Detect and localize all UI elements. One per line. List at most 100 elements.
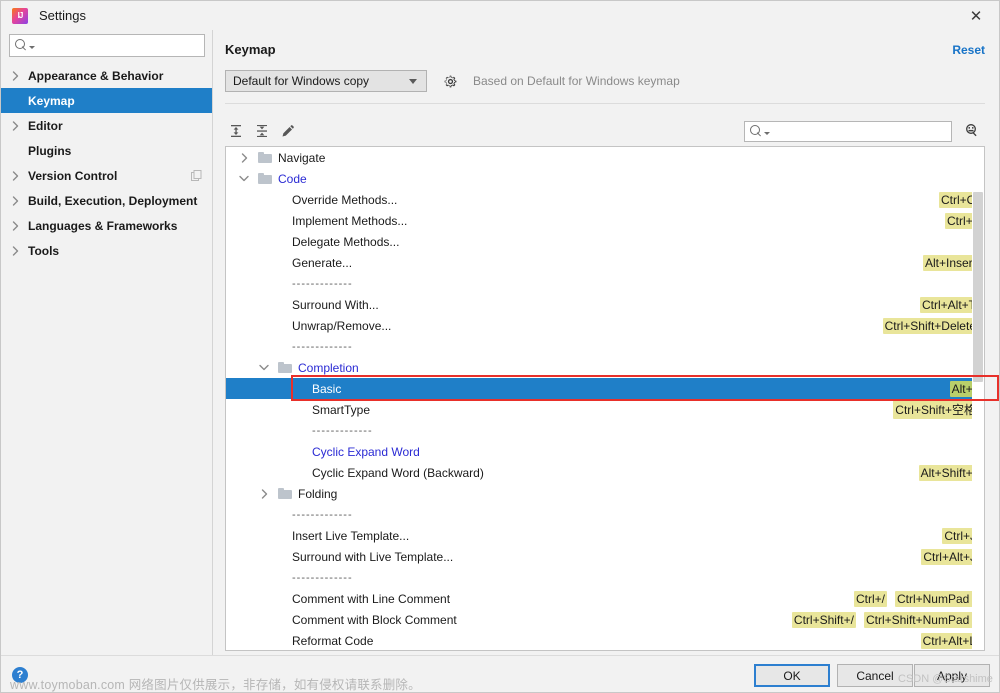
sidebar-item-plugins[interactable]: Plugins <box>1 138 212 163</box>
tree-action-row[interactable]: Reformat Code Ctrl+Alt+L <box>226 630 984 650</box>
sidebar-search-box[interactable] <box>9 34 205 57</box>
separator-dashes: ------------- <box>292 340 353 353</box>
chevron-right-icon[interactable] <box>9 220 22 231</box>
tree-row-label: Surround With... <box>292 297 379 312</box>
reset-link[interactable]: Reset <box>952 43 985 57</box>
shortcut-list: Ctrl+Shift+/ Ctrl+Shift+NumPad / <box>791 611 978 628</box>
search-icon <box>15 39 28 52</box>
shortcut-list: Ctrl+Alt+J <box>921 548 978 565</box>
sidebar-item-languages-frameworks[interactable]: Languages & Frameworks <box>1 213 212 238</box>
tree-group-row[interactable]: Completion <box>226 357 984 378</box>
tree-action-row[interactable]: Override Methods... Ctrl+O <box>226 189 984 210</box>
chevron-right-icon[interactable] <box>9 195 22 206</box>
shortcut-list: Ctrl+Shift+空格 <box>893 400 978 419</box>
shortcut-badge: Ctrl+Shift+空格 <box>893 400 978 419</box>
tree-separator-row: ------------- <box>226 504 984 525</box>
tree-action-row[interactable]: Surround with Live Template... Ctrl+Alt+J <box>226 546 984 567</box>
keymap-tree-toolbar <box>225 118 985 144</box>
tree-row-label: Cyclic Expand Word <box>312 444 420 459</box>
shortcut-badge: Ctrl+Shift+Delete <box>882 317 978 334</box>
sidebar-item-build-execution-deployment[interactable]: Build, Execution, Deployment <box>1 188 212 213</box>
sidebar-item-label: Tools <box>28 243 60 258</box>
tree-action-row[interactable]: Delegate Methods... <box>226 231 984 252</box>
sidebar-item-label: Editor <box>28 118 63 133</box>
keymap-search-box[interactable] <box>744 120 952 142</box>
collapse-all-icon[interactable] <box>251 120 273 142</box>
chevron-down-icon <box>29 46 35 49</box>
chevron-right-icon[interactable] <box>256 488 272 499</box>
tree-action-row[interactable]: Cyclic Expand Word <box>226 441 984 462</box>
shortcut-badge: Ctrl+Alt+L <box>920 632 978 649</box>
sidebar-item-label: Appearance & Behavior <box>28 68 164 83</box>
tree-row-label: Override Methods... <box>292 192 398 207</box>
keymap-tree[interactable]: Navigate Code Override Methods... Ctrl+O Imp… <box>225 146 985 651</box>
tree-action-row[interactable]: SmartType Ctrl+Shift+空格 <box>226 399 984 420</box>
sidebar-item-editor[interactable]: Editor <box>1 113 212 138</box>
edit-pencil-icon[interactable] <box>277 120 299 142</box>
keymap-selector-row: Default for Windows copy Based on Defaul… <box>225 70 680 92</box>
sidebar-item-version-control[interactable]: Version Control <box>1 163 212 188</box>
tree-row-label: Surround with Live Template... <box>292 549 454 564</box>
folder-icon <box>258 173 272 184</box>
sidebar-item-keymap[interactable]: Keymap <box>1 88 212 113</box>
tree-separator-row: ------------- <box>226 273 984 294</box>
chevron-down-icon <box>409 78 417 84</box>
tree-action-row[interactable]: Generate... Alt+Insert <box>226 252 984 273</box>
chevron-right-icon[interactable] <box>9 245 22 256</box>
keymap-panel: Keymap Reset Default for Windows copy Ba… <box>214 30 999 655</box>
chevron-right-icon[interactable] <box>236 152 252 163</box>
sidebar-item-appearance-behavior[interactable]: Appearance & Behavior <box>1 63 212 88</box>
tree-action-row[interactable]: Comment with Line Comment Ctrl+/ Ctrl+NumP… <box>226 588 984 609</box>
tree-action-row[interactable]: Basic Alt+/ <box>226 378 984 399</box>
tree-scrollbar-track[interactable] <box>972 147 984 650</box>
keymap-select-value: Default for Windows copy <box>233 74 370 88</box>
tree-group-row[interactable]: Code <box>226 168 984 189</box>
tree-row-label: Comment with Line Comment <box>292 591 451 606</box>
separator-dashes: ------------- <box>292 571 353 584</box>
chevron-right-icon[interactable] <box>9 120 22 131</box>
tree-action-row[interactable]: Surround With... Ctrl+Alt+T <box>226 294 984 315</box>
tree-scrollbar-thumb[interactable] <box>973 192 983 382</box>
folder-icon <box>278 488 292 499</box>
sidebar-item-tools[interactable]: Tools <box>1 238 212 263</box>
tree-action-row[interactable]: Cyclic Expand Word (Backward) Alt+Shift+/ <box>226 462 984 483</box>
based-on-label: Based on Default for Windows keymap <box>473 74 680 88</box>
sidebar-search-input[interactable] <box>39 37 204 54</box>
sidebar-item-label: Keymap <box>28 93 75 108</box>
shortcut-list: Alt+Shift+/ <box>918 464 978 481</box>
shortcut-badge: Ctrl+Shift+/ <box>791 611 856 628</box>
tree-action-row[interactable]: Unwrap/Remove... Ctrl+Shift+Delete <box>226 315 984 336</box>
tree-row-label: Basic <box>312 381 342 396</box>
tree-group-row[interactable]: Folding <box>226 483 984 504</box>
tree-row-label: Generate... <box>292 255 353 270</box>
ok-button[interactable]: OK <box>754 664 830 687</box>
tree-row-label: SmartType <box>312 402 371 417</box>
keymap-select[interactable]: Default for Windows copy <box>225 70 427 92</box>
separator-dashes: ------------- <box>292 277 353 290</box>
separator-dashes: ------------- <box>292 508 353 521</box>
find-by-shortcut-icon[interactable] <box>959 120 985 142</box>
gear-icon[interactable] <box>441 72 459 90</box>
chevron-down-icon[interactable] <box>236 175 252 182</box>
sidebar-item-label: Plugins <box>28 143 72 158</box>
copy-icon <box>191 170 202 181</box>
shortcut-list: Ctrl+/ Ctrl+NumPad / <box>853 590 978 607</box>
shortcut-badge: Alt+Insert <box>922 254 978 271</box>
chevron-down-icon <box>764 131 770 135</box>
chevron-down-icon[interactable] <box>256 364 272 371</box>
sidebar-item-label: Version Control <box>28 168 118 183</box>
expand-all-icon[interactable] <box>225 120 247 142</box>
title-bar: Settings ✕ <box>1 1 999 30</box>
tree-action-row[interactable]: Comment with Block Comment Ctrl+Shift+/Ct… <box>226 609 984 630</box>
tree-row-label: Implement Methods... <box>292 213 408 228</box>
tree-group-row[interactable]: Navigate <box>226 147 984 168</box>
tree-action-row[interactable]: Implement Methods... Ctrl+I <box>226 210 984 231</box>
tree-action-row[interactable]: Insert Live Template... Ctrl+J <box>226 525 984 546</box>
chevron-right-icon[interactable] <box>9 70 22 81</box>
tree-row-label: Reformat Code <box>292 633 374 648</box>
shortcut-badge: Alt+Shift+/ <box>918 464 978 481</box>
keymap-search-input[interactable] <box>774 123 951 139</box>
close-icon[interactable]: ✕ <box>965 7 987 25</box>
chevron-right-icon[interactable] <box>9 170 22 181</box>
shortcut-list: Ctrl+Alt+L <box>920 632 978 649</box>
